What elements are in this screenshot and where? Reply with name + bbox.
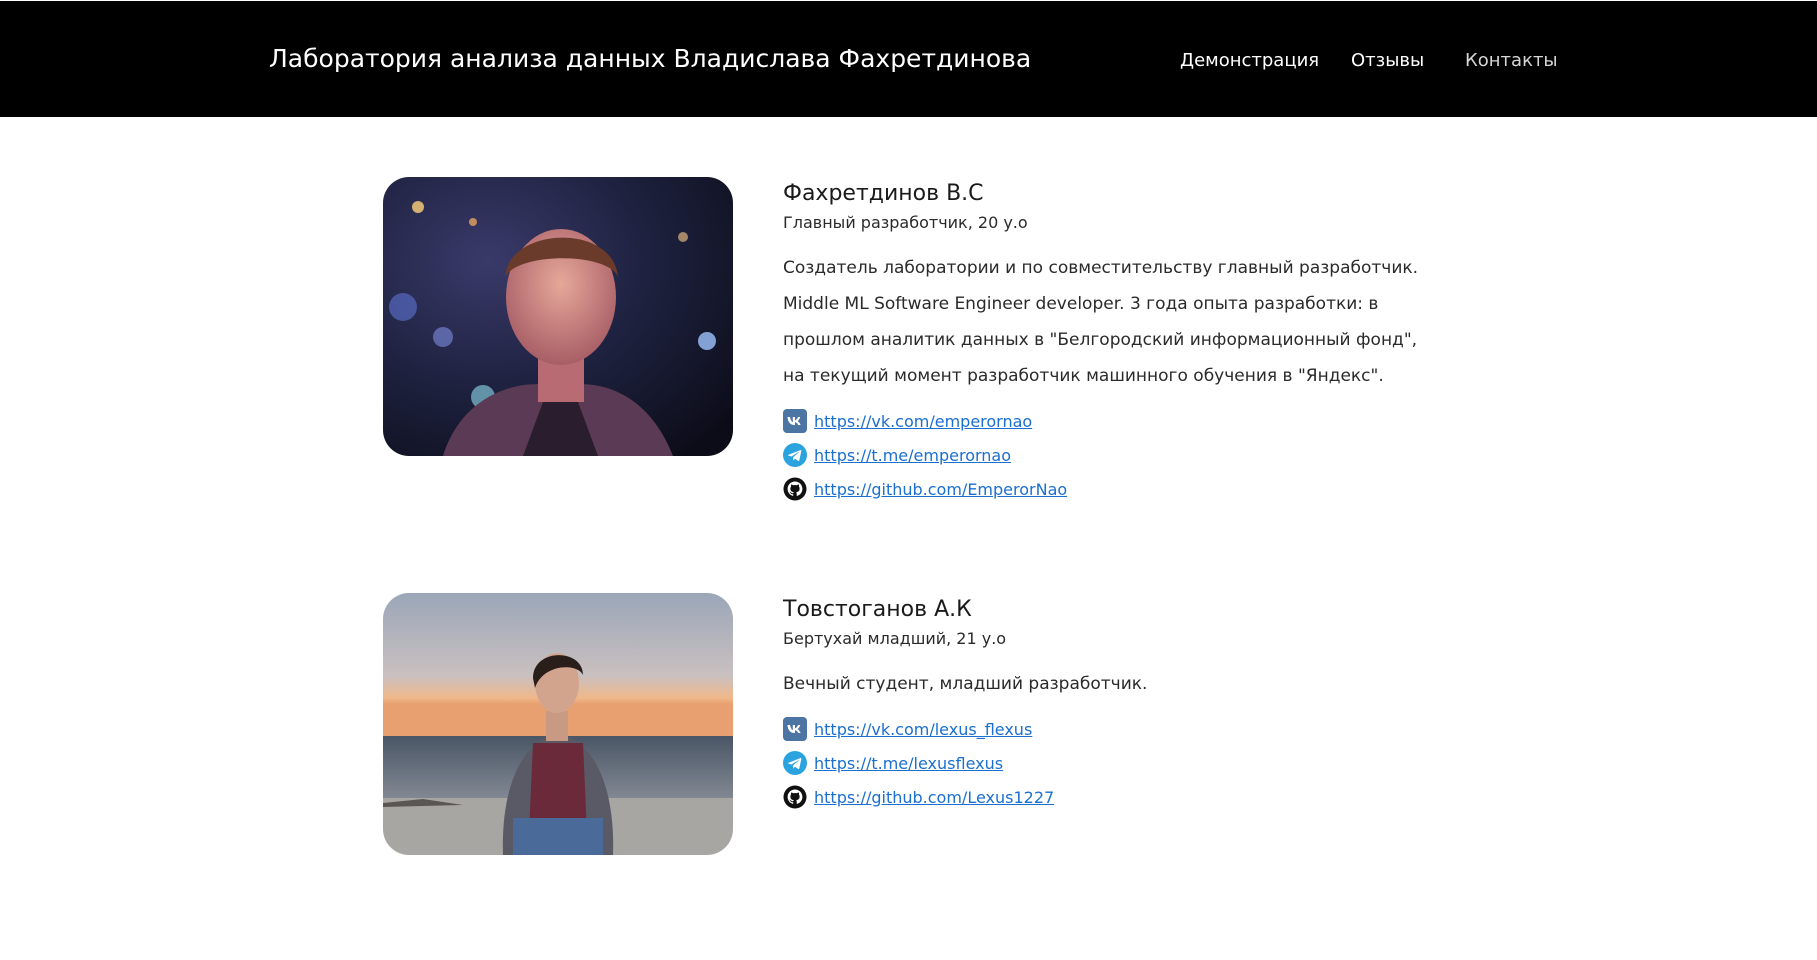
telegram-link[interactable]: https://t.me/emperornao	[814, 446, 1011, 465]
member-name: Фахретдинов В.С	[783, 181, 984, 206]
telegram-icon	[783, 751, 807, 775]
member-bio: Вечный студент, младший разработчик.	[783, 666, 1423, 702]
vk-link-row: https://vk.com/emperornao	[783, 404, 1423, 438]
top-navbar: Лаборатория анализа данных Владислава Фа…	[0, 1, 1817, 117]
vk-link-row: https://vk.com/lexus_flexus	[783, 712, 1423, 746]
bio-line: Вечный студент, младший разработчик.	[783, 674, 1148, 694]
telegram-link-row: https://t.me/emperornao	[783, 438, 1423, 472]
member-info: Товстоганов А.К Бертухай младший, 21 у.о…	[783, 596, 1423, 814]
vk-link[interactable]: https://vk.com/emperornao	[814, 412, 1032, 431]
member-photo	[383, 177, 733, 456]
member-role: Главный разработчик, 20 у.о	[783, 213, 1028, 232]
nav-links: Демонстрация Отзывы Контакты	[0, 49, 1817, 73]
member-photo	[383, 593, 733, 855]
github-icon	[783, 785, 807, 809]
github-link[interactable]: https://github.com/Lexus1227	[814, 788, 1054, 807]
vk-link[interactable]: https://vk.com/lexus_flexus	[814, 720, 1032, 739]
telegram-icon	[783, 443, 807, 467]
vk-icon	[783, 717, 807, 741]
bio-line: на текущий момент разработчик машинного …	[783, 366, 1384, 386]
bio-line: Middle ML Software Engineer developer. 3…	[783, 294, 1379, 314]
telegram-link-row: https://t.me/lexusflexus	[783, 746, 1423, 780]
member-info: Фахретдинов В.С Главный разработчик, 20 …	[783, 180, 1423, 506]
member-name: Товстоганов А.К	[783, 597, 972, 622]
github-link-row: https://github.com/EmperorNao	[783, 472, 1423, 506]
nav-link-contacts[interactable]: Контакты	[1465, 49, 1558, 73]
bio-line: Создатель лаборатории и по совместительс…	[783, 258, 1419, 278]
telegram-link[interactable]: https://t.me/lexusflexus	[814, 754, 1003, 773]
member-links: https://vk.com/lexus_flexus https://t.me…	[783, 712, 1423, 814]
nav-link-reviews[interactable]: Отзывы	[1351, 49, 1424, 73]
vk-icon	[783, 409, 807, 433]
github-link[interactable]: https://github.com/EmperorNao	[814, 480, 1067, 499]
member-bio: Создатель лаборатории и по совместительс…	[783, 250, 1423, 394]
member-role: Бертухай младший, 21 у.о	[783, 629, 1007, 648]
member-links: https://vk.com/emperornao https://t.me/e…	[783, 404, 1423, 506]
nav-link-demo[interactable]: Демонстрация	[1180, 49, 1319, 73]
github-link-row: https://github.com/Lexus1227	[783, 780, 1423, 814]
bio-line: прошлом аналитик данных в "Белгородский …	[783, 330, 1418, 350]
github-icon	[783, 477, 807, 501]
